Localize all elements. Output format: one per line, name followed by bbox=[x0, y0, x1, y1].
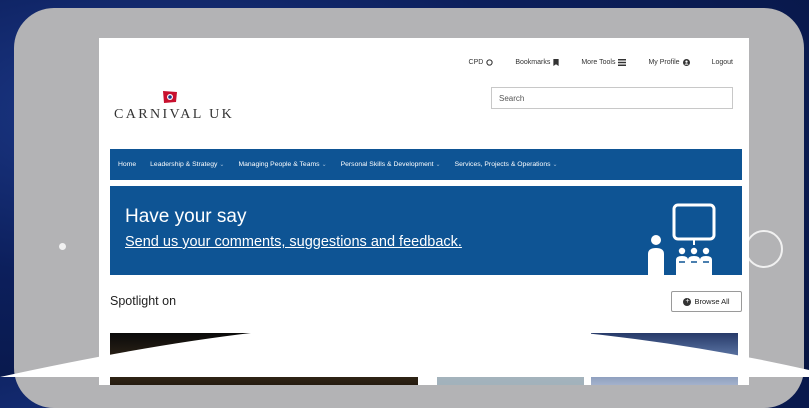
foreground-wave-overlay bbox=[0, 322, 809, 377]
